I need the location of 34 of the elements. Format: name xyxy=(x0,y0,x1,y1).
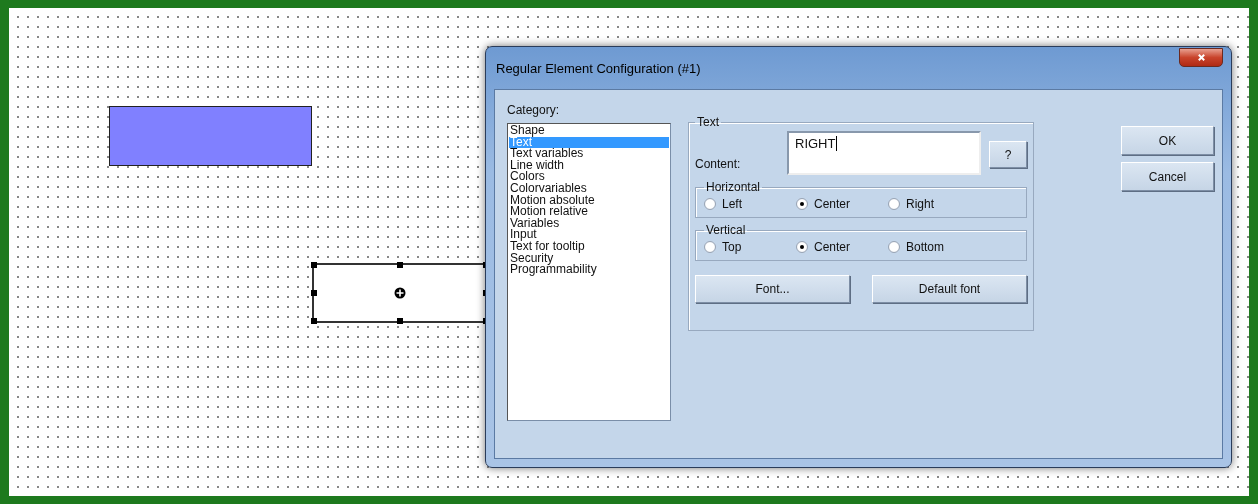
radio-option[interactable]: Bottom xyxy=(888,237,980,257)
group-title: Text xyxy=(696,115,720,129)
category-item[interactable]: Motion relative xyxy=(509,206,669,218)
group-title: Horizontal xyxy=(705,180,762,194)
category-item[interactable]: Programmability xyxy=(509,264,669,276)
radio-option[interactable]: Right xyxy=(888,194,980,214)
group-title: Vertical xyxy=(705,223,747,237)
category-item[interactable]: Variables xyxy=(509,217,669,230)
content-field[interactable]: RIGHT xyxy=(787,131,981,175)
window-title: Regular Element Configuration (#1) xyxy=(495,60,701,76)
close-icon xyxy=(1196,52,1206,62)
radio-option[interactable]: Center xyxy=(796,237,888,257)
help-button[interactable]: ? xyxy=(989,141,1027,168)
cancel-button[interactable]: Cancel xyxy=(1121,162,1214,191)
radio-option[interactable]: Left xyxy=(704,194,796,214)
category-item[interactable]: Security xyxy=(509,252,669,265)
category-item[interactable]: Colorvariables xyxy=(509,182,669,195)
close-button[interactable] xyxy=(1179,47,1223,67)
category-item[interactable]: Colors xyxy=(509,171,669,183)
radio-option[interactable]: Top xyxy=(704,237,796,257)
ok-button[interactable]: OK xyxy=(1121,126,1214,155)
default-font-button[interactable]: Default font xyxy=(872,275,1027,303)
category-item[interactable]: Input xyxy=(509,229,669,241)
category-item[interactable]: Text variables xyxy=(509,148,669,160)
category-item[interactable]: Text for tooltip xyxy=(509,240,669,253)
category-label: Category: xyxy=(507,102,561,119)
category-item[interactable]: Motion absolute xyxy=(509,194,669,207)
category-list[interactable]: Shape Text Text variables Line width Colors Colorvariables Motion absolute Motion relative Variables Input Text for tooltip Security Programmability xyxy=(507,123,671,421)
category-item[interactable]: Shape xyxy=(509,125,669,137)
content-label: Content: xyxy=(695,157,742,171)
font-button[interactable]: Font... xyxy=(695,275,850,303)
rectangle-shape[interactable] xyxy=(312,263,488,323)
radio-option[interactable]: Center xyxy=(796,194,888,214)
category-item[interactable]: Line width xyxy=(509,159,669,172)
